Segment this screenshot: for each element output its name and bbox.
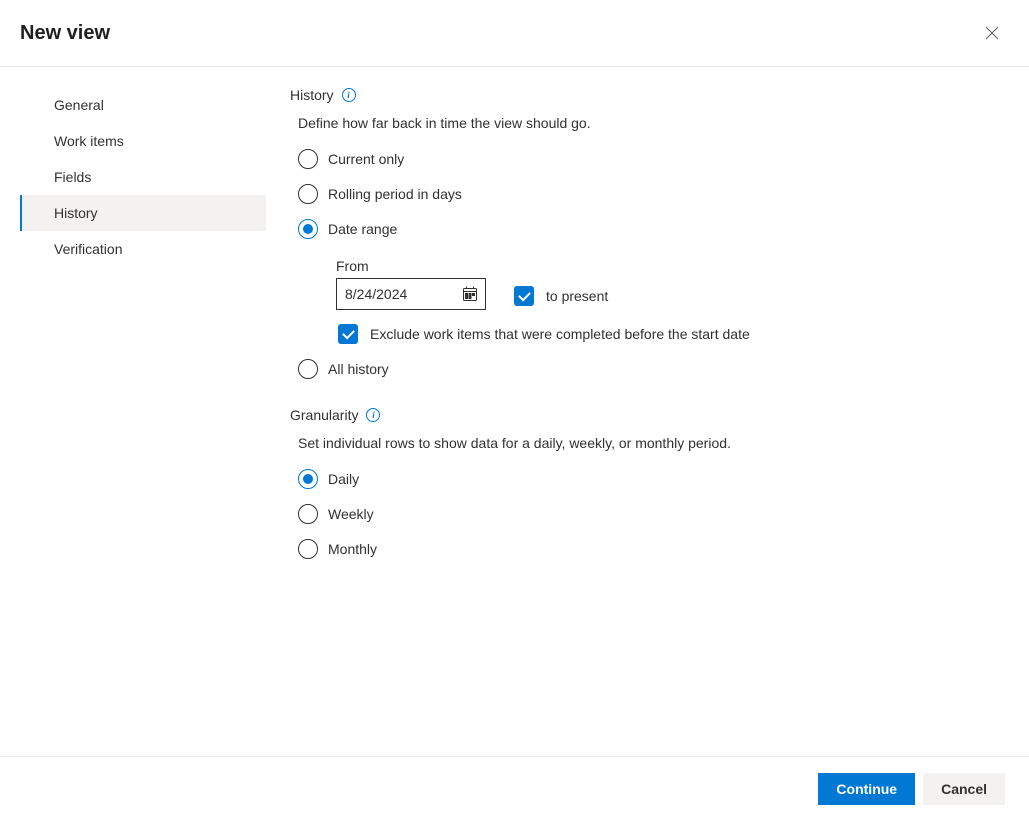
sidebar-item-label: History (54, 205, 98, 221)
radio-label: Weekly (328, 506, 374, 522)
close-icon (985, 26, 999, 40)
radio-weekly[interactable]: Weekly (298, 504, 1005, 524)
history-section-header: History i (290, 87, 1005, 103)
radio-date-range[interactable]: Date range (298, 219, 1005, 239)
continue-button[interactable]: Continue (818, 773, 915, 805)
granularity-title: Granularity (290, 407, 358, 423)
dialog-header: New view (0, 0, 1029, 67)
sidebar-item-work-items[interactable]: Work items (20, 123, 266, 159)
dialog-body: General Work items Fields History Verifi… (0, 67, 1029, 587)
to-present-label: to present (546, 288, 608, 304)
dialog-footer: Continue Cancel (0, 756, 1029, 821)
sidebar-item-fields[interactable]: Fields (20, 159, 266, 195)
history-section: History i Define how far back in time th… (290, 87, 1005, 379)
sidebar-item-history[interactable]: History (20, 195, 266, 231)
from-date-input-wrap (336, 278, 486, 310)
history-description: Define how far back in time the view sho… (290, 115, 1005, 131)
sidebar-item-label: Verification (54, 241, 122, 257)
radio-label: Daily (328, 471, 359, 487)
sidebar: General Work items Fields History Verifi… (0, 87, 266, 587)
granularity-description: Set individual rows to show data for a d… (290, 435, 1005, 451)
dialog-title: New view (20, 22, 110, 45)
granularity-section-header: Granularity i (290, 407, 1005, 423)
radio-daily[interactable]: Daily (298, 469, 1005, 489)
exclude-completed-checkbox[interactable]: Exclude work items that were completed b… (338, 324, 1005, 344)
radio-icon (298, 469, 318, 489)
checkbox-icon (514, 286, 534, 306)
sidebar-item-label: General (54, 97, 104, 113)
sidebar-item-verification[interactable]: Verification (20, 231, 266, 267)
radio-current-only[interactable]: Current only (298, 149, 1005, 169)
radio-icon (298, 149, 318, 169)
history-radio-group: Current only Rolling period in days Date… (290, 149, 1005, 379)
radio-label: All history (328, 361, 389, 377)
info-icon[interactable]: i (342, 88, 356, 102)
radio-icon (298, 539, 318, 559)
main-content: History i Define how far back in time th… (266, 87, 1029, 587)
radio-icon (298, 504, 318, 524)
radio-icon (298, 359, 318, 379)
sidebar-item-label: Fields (54, 169, 91, 185)
radio-label: Monthly (328, 541, 377, 557)
radio-icon (298, 219, 318, 239)
from-label: From (336, 258, 486, 274)
info-icon[interactable]: i (366, 408, 380, 422)
from-date-field: From (336, 258, 486, 310)
to-present-checkbox[interactable]: to present (514, 286, 608, 306)
sidebar-item-general[interactable]: General (20, 87, 266, 123)
radio-monthly[interactable]: Monthly (298, 539, 1005, 559)
date-from-row: From to present (336, 258, 1005, 310)
radio-all-history[interactable]: All history (298, 359, 1005, 379)
exclude-label: Exclude work items that were completed b… (370, 326, 750, 342)
from-date-input[interactable] (336, 278, 486, 310)
granularity-radio-group: Daily Weekly Monthly (290, 469, 1005, 559)
radio-rolling-period[interactable]: Rolling period in days (298, 184, 1005, 204)
sidebar-item-label: Work items (54, 133, 124, 149)
radio-label: Current only (328, 151, 404, 167)
radio-label: Rolling period in days (328, 186, 462, 202)
cancel-button[interactable]: Cancel (923, 773, 1005, 805)
granularity-section: Granularity i Set individual rows to sho… (290, 407, 1005, 559)
date-range-controls: From to present Exclu (336, 258, 1005, 344)
close-button[interactable] (979, 20, 1005, 46)
checkbox-icon (338, 324, 358, 344)
history-title: History (290, 87, 334, 103)
radio-icon (298, 184, 318, 204)
radio-label: Date range (328, 221, 397, 237)
